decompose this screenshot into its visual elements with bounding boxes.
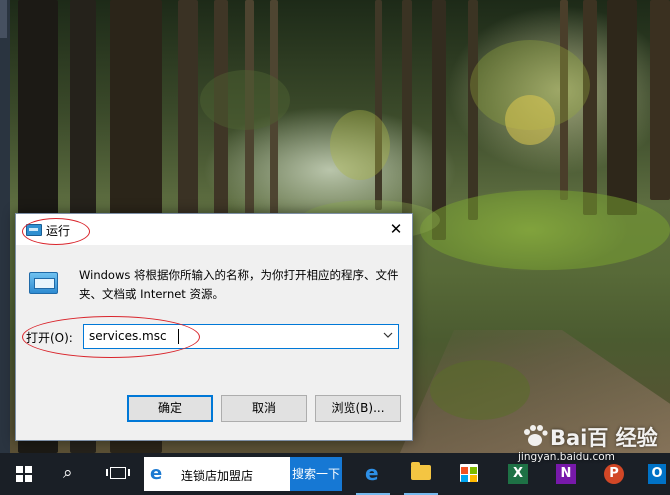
search-icon: ⌕ [63, 463, 73, 483]
task-view-button[interactable] [96, 453, 142, 495]
edge-icon: e [365, 461, 379, 485]
onenote-icon: N [556, 464, 576, 484]
dialog-titlebar[interactable]: 运行 ✕ [16, 214, 412, 245]
taskbar-excel[interactable]: X [496, 453, 542, 495]
open-combobox[interactable]: services.msc [83, 324, 399, 349]
store-icon [460, 464, 478, 482]
windows-logo-icon [16, 466, 32, 482]
open-input[interactable]: services.msc [89, 329, 167, 343]
taskbar-searchbox[interactable]: e 连锁店加盟店 [144, 457, 290, 491]
text-caret [178, 329, 179, 344]
taskbar-outlook[interactable]: O [640, 453, 670, 495]
ok-button[interactable]: 确定 [127, 395, 213, 422]
left-edge-bar [0, 0, 10, 453]
open-label: 打开(O): [26, 331, 73, 345]
taskbar: ⌕ e 连锁店加盟店 搜索一下 e X N P O [0, 453, 670, 495]
powerpoint-icon: P [604, 464, 624, 484]
run-dialog: 运行 ✕ Windows 将根据你所输入的名称，为你打开相应的程序、文件夹、文档… [15, 213, 413, 441]
browse-button[interactable]: 浏览(B)... [315, 395, 401, 422]
chevron-down-icon[interactable] [382, 330, 394, 342]
taskbar-file-explorer[interactable] [398, 453, 444, 495]
folder-icon [411, 462, 431, 480]
dialog-title: 运行 [46, 224, 71, 238]
search-go-button[interactable]: 搜索一下 [290, 457, 342, 491]
cancel-button[interactable]: 取消 [221, 395, 307, 422]
excel-icon: X [508, 464, 528, 484]
run-title-icon [26, 224, 42, 236]
start-button[interactable] [0, 453, 46, 495]
edge-scroll-thumb[interactable] [0, 0, 7, 38]
run-icon [29, 272, 58, 294]
taskbar-store[interactable] [446, 453, 492, 495]
task-view-icon [106, 467, 130, 479]
searchbox-text[interactable]: 连锁店加盟店 [181, 467, 253, 484]
taskbar-onenote[interactable]: N [544, 453, 590, 495]
close-button[interactable]: ✕ [380, 214, 412, 245]
outlook-icon: O [648, 464, 666, 484]
taskbar-powerpoint[interactable]: P [592, 453, 638, 495]
taskbar-edge[interactable]: e [350, 453, 396, 495]
dialog-description: Windows 将根据你所输入的名称，为你打开相应的程序、文件夹、文档或 Int… [79, 268, 399, 301]
ie-icon: e [150, 463, 163, 484]
cortana-search-button[interactable]: ⌕ [48, 453, 94, 495]
